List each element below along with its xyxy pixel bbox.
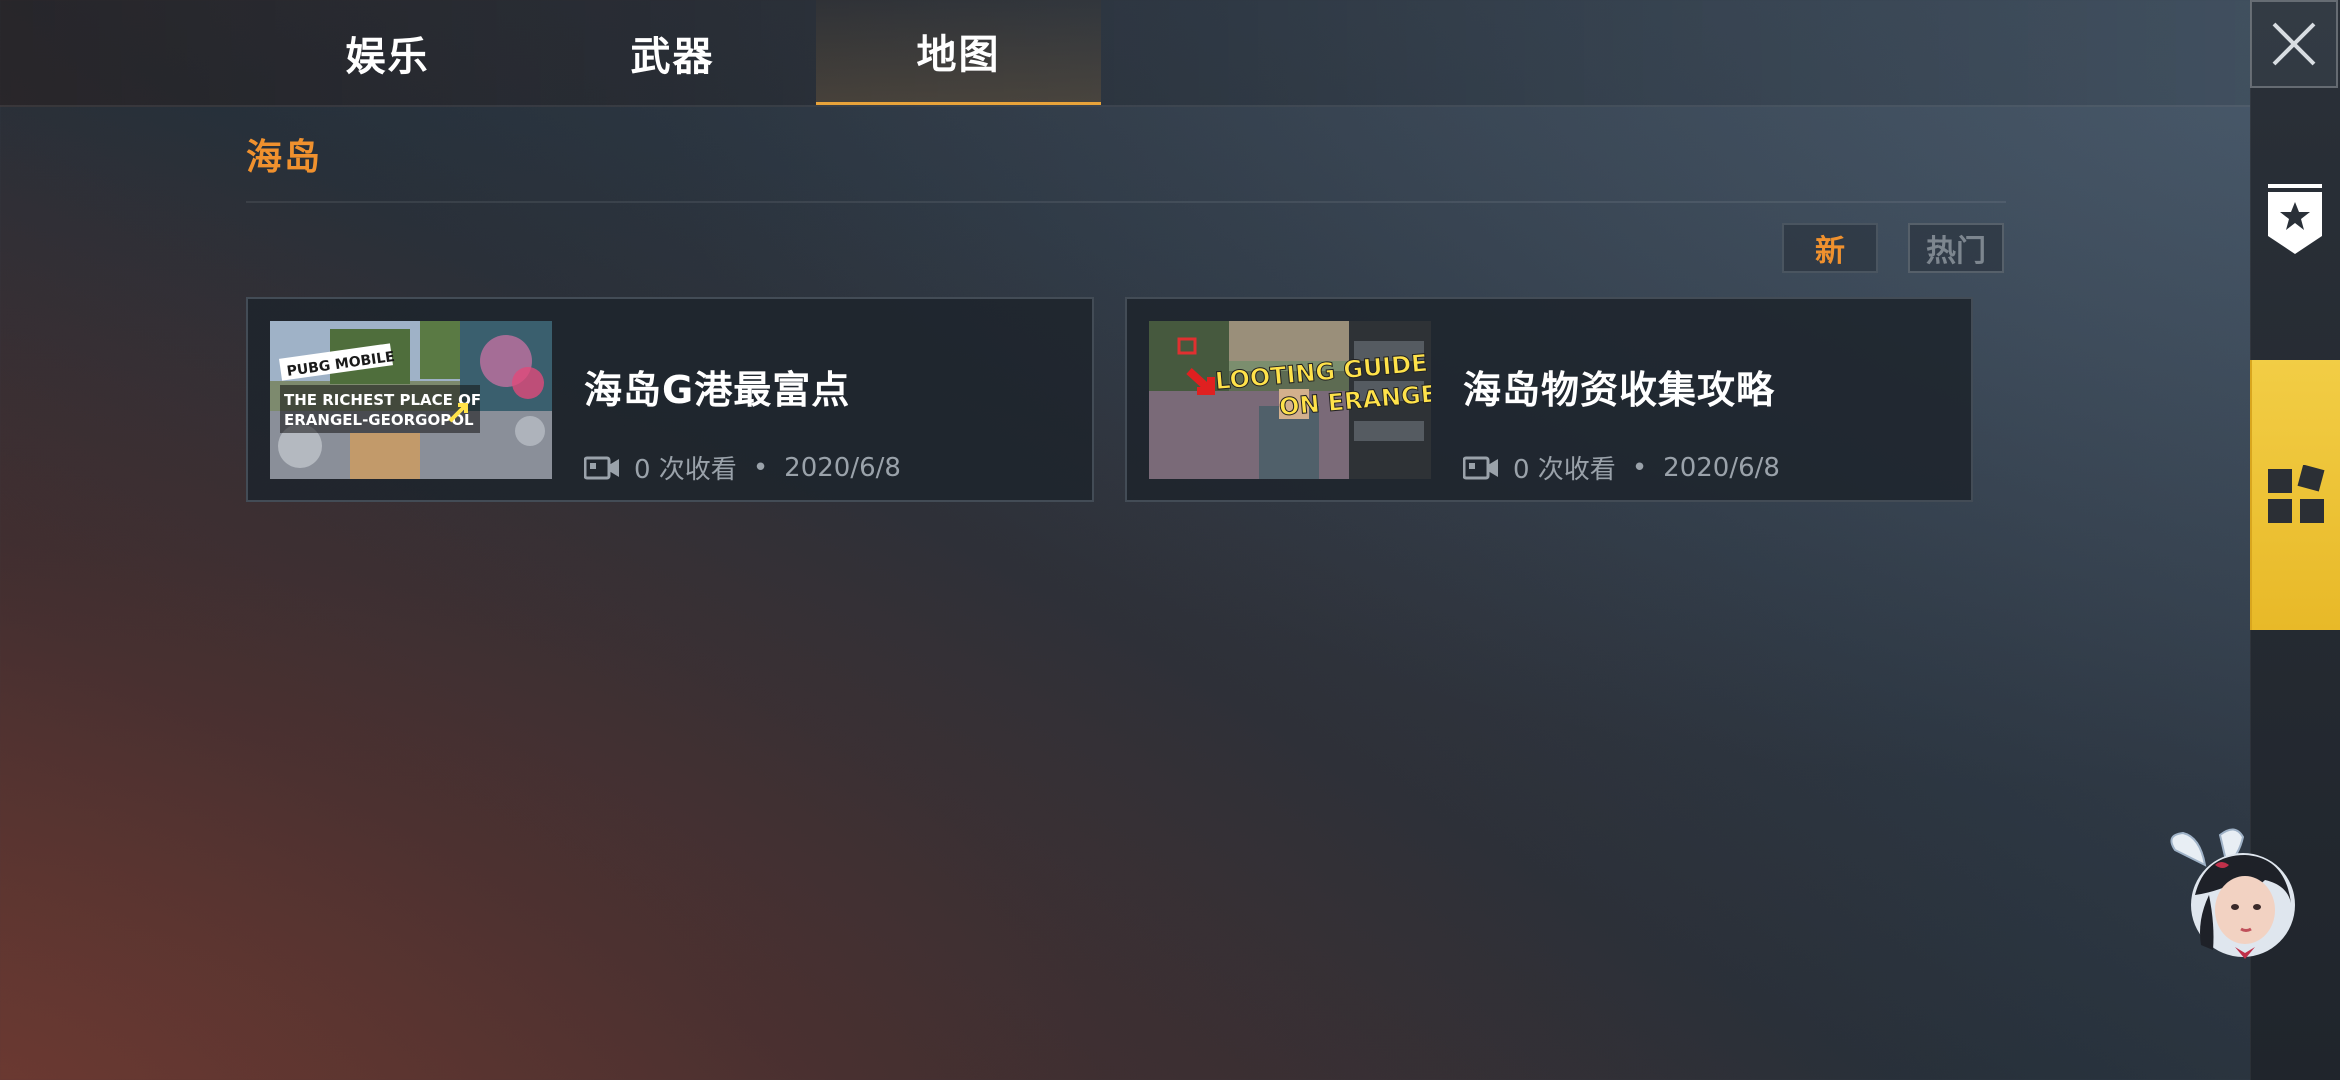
video-title: 海岛G港最富点 — [584, 368, 851, 412]
background — [0, 0, 2250, 1080]
video-title: 海岛物资收集攻略 — [1463, 368, 1776, 412]
view-count: 0 次收看 — [1513, 455, 1616, 485]
close-button[interactable] — [2250, 0, 2338, 88]
video-meta: 0 次收看 • 2020/6/8 — [584, 449, 901, 486]
top-tab-bar: 娱乐 武器 地图 — [0, 0, 2250, 107]
apps-button[interactable] — [2250, 360, 2340, 630]
video-date: 2020/6/8 — [784, 452, 901, 483]
thumb-text-2: THE RICHEST PLACE OF — [284, 391, 481, 409]
section-divider — [246, 201, 2006, 203]
tab-maps[interactable]: 地图 — [816, 0, 1101, 105]
close-icon — [2272, 22, 2316, 66]
thumb-text-3: ERANGEL-GEORGOPOL — [284, 411, 474, 429]
tab-weapons[interactable]: 武器 — [530, 0, 815, 105]
sort-new-button[interactable]: 新 — [1782, 223, 1878, 273]
favorites-button[interactable] — [2250, 175, 2340, 265]
video-card[interactable]: PUBG MOBILE THE RICHEST PLACE OF ERANGEL… — [246, 297, 1094, 502]
video-camera-icon — [584, 456, 619, 479]
video-thumbnail: PUBG MOBILE THE RICHEST PLACE OF ERANGEL… — [270, 321, 552, 479]
video-thumbnail: LOOTING GUIDE ON ERANGEL — [1149, 321, 1431, 479]
video-date: 2020/6/8 — [1663, 452, 1780, 483]
tab-entertainment[interactable]: 娱乐 — [245, 0, 530, 105]
meta-separator: • — [752, 452, 769, 483]
video-meta: 0 次收看 • 2020/6/8 — [1463, 449, 1780, 486]
character-avatar[interactable] — [2165, 825, 2305, 965]
section-title: 海岛 — [246, 137, 323, 178]
view-count: 0 次收看 — [634, 455, 737, 485]
meta-separator: • — [1631, 452, 1648, 483]
video-card[interactable]: LOOTING GUIDE ON ERANGEL 海岛物资收集攻略 0 次收看 … — [1125, 297, 1973, 502]
sort-hot-button[interactable]: 热门 — [1908, 223, 2004, 273]
video-camera-icon — [1463, 456, 1498, 479]
apps-grid-icon — [2268, 465, 2325, 523]
star-badge-icon — [2268, 184, 2322, 254]
